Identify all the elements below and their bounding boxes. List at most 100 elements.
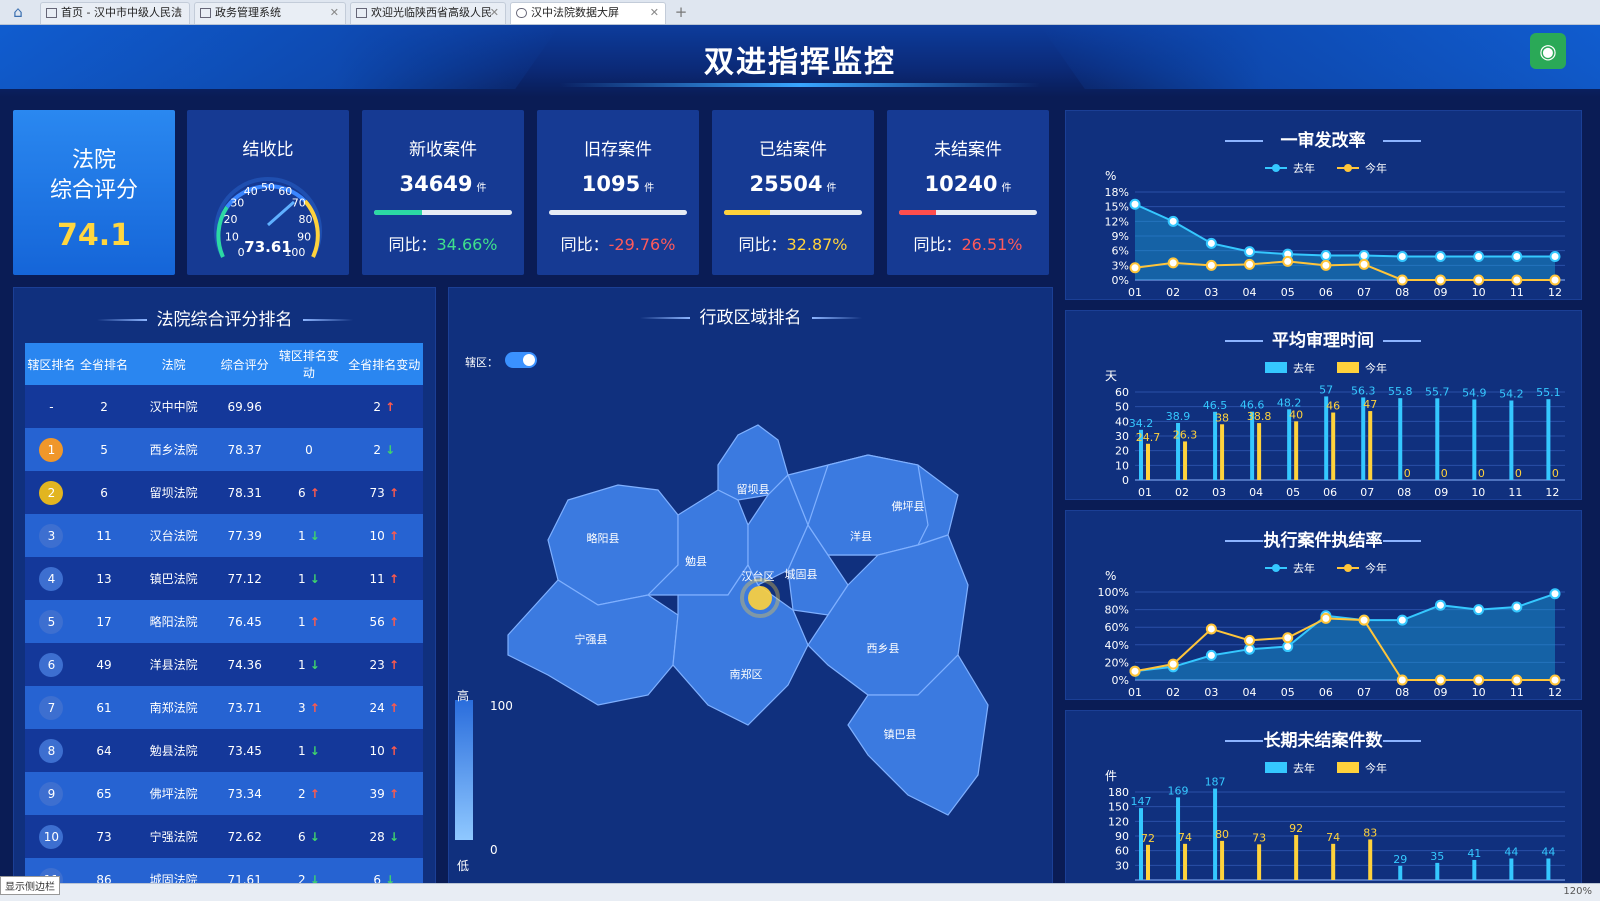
bar — [1368, 839, 1373, 880]
browser-tab[interactable]: 欢迎光临陕西省高级人民 ✕ — [350, 2, 506, 24]
kpi-progress-bar — [374, 210, 512, 215]
x-tick-label: 03 — [1204, 686, 1218, 699]
table-row[interactable]: 4 13 镇巴法院 77.12 1 ↓ 11 ↑ — [25, 557, 423, 600]
bar — [1472, 399, 1477, 480]
legend-marker — [1272, 164, 1280, 172]
arrow-down-icon: ↓ — [305, 528, 320, 543]
cell-province-rank: 64 — [77, 729, 131, 772]
data-label: 26.3 — [1173, 428, 1198, 441]
cell-rank: 8 — [25, 729, 78, 772]
sidebar-toggle-tip[interactable]: 显示侧边栏 — [0, 876, 60, 895]
map-location-marker[interactable] — [748, 586, 772, 610]
x-tick-label: 12 — [1548, 286, 1562, 299]
close-icon[interactable]: ✕ — [650, 3, 659, 23]
cell-rank: 6 — [25, 643, 78, 686]
x-tick-label: 01 — [1128, 286, 1142, 299]
data-point — [1434, 674, 1446, 686]
cell-province-change: 10 ↑ — [345, 514, 423, 557]
bar — [1183, 843, 1188, 880]
close-icon[interactable]: ✕ — [330, 3, 339, 23]
right-charts: 一审发改率去年 今年%0%3%6%9%12%15%18%01 02 03 04 05 06 0… — [1098, 130, 1565, 881]
new-tab-icon[interactable]: + — [672, 3, 690, 21]
score-label-line1: 法院 — [71, 148, 116, 173]
arrow-down-icon: ↓ — [384, 829, 400, 844]
bar — [1146, 844, 1150, 880]
table-row[interactable]: 1 5 西乡法院 78.37 0 2 ↓ — [25, 428, 423, 471]
gauge-card: 结收比 0 10 20 30 40 50 60 70 80 90 100 73.61 — [187, 110, 349, 275]
cell-rank: 10 — [25, 815, 78, 858]
cell-court: 汉中中院 — [130, 385, 218, 428]
table-row[interactable]: 1186城固法院71.612 ↓6 ↓ — [25, 858, 423, 883]
cell-score: 71.61 — [217, 858, 273, 883]
gauge-tick-label: 10 — [225, 231, 239, 244]
gauge-value: 73.61 — [244, 238, 291, 256]
data-label: 34.2 — [1129, 417, 1154, 430]
bar — [1546, 399, 1551, 480]
gauge-needle — [267, 200, 295, 227]
browser-tab[interactable]: 首页 - 汉中市中级人民法 ✕ — [40, 2, 190, 24]
y-tick-label: 60 — [1115, 845, 1129, 858]
table-row[interactable]: 10 73 宁强法院 72.62 6 ↓ 28 ↓ — [25, 815, 423, 858]
y-axis-unit: 天 — [1105, 369, 1117, 383]
data-label: 147 — [1131, 795, 1152, 808]
cell-rank: 9 — [25, 772, 78, 815]
legend-swatch — [1265, 762, 1287, 773]
browser-tab[interactable]: 政务管理系统 ✕ — [194, 2, 346, 24]
kpi-card-open-cases: 未结案件 10240 件 同比：26.51% — [887, 110, 1049, 275]
legend-label: 今年 — [1365, 561, 1387, 575]
y-tick-label: 120 — [1108, 815, 1129, 828]
table-row[interactable]: 5 17 略阳法院 76.45 1 ↑ 56 ↑ — [25, 600, 423, 643]
cell-rank: 7 — [25, 686, 78, 729]
x-tick-label: 11 — [1508, 486, 1522, 499]
kpi-value: 34649 — [399, 172, 473, 196]
kpi-yoy-label: 同比： — [560, 235, 609, 254]
rank-badge: 1 — [39, 437, 64, 462]
kpi-unit: 件 — [1001, 183, 1012, 194]
cell-province-rank: 65 — [77, 772, 131, 815]
table-row[interactable]: 3 11 汉台法院 77.39 1 ↓ 10 ↑ — [25, 514, 423, 557]
table-row[interactable]: 6 49 洋县法院 74.36 1 ↓ 23 ↑ — [25, 643, 423, 686]
cell-court: 西乡法院 — [130, 428, 218, 471]
table-row[interactable]: 9 65 佛坪法院 73.34 2 ↑ 39 ↑ — [25, 772, 423, 815]
legend-max-value: 100 — [490, 699, 513, 713]
data-label: 55.1 — [1536, 386, 1561, 399]
data-label: 83 — [1363, 826, 1377, 839]
y-tick-label: 80% — [1105, 604, 1129, 617]
cell-court: 留坝法院 — [130, 471, 218, 514]
data-label: 55.8 — [1388, 385, 1413, 398]
data-label: 0 — [1478, 467, 1485, 480]
arrow-down-icon: ↓ — [305, 743, 320, 758]
cell-court: 汉台法院 — [130, 514, 218, 557]
data-label: 57 — [1319, 383, 1333, 396]
x-tick-label: 08 — [1395, 286, 1409, 299]
y-tick-label: 90 — [1115, 830, 1129, 843]
browser-tab-active[interactable]: 汉中法院数据大屏 ✕ — [510, 2, 666, 24]
zoom-level[interactable]: 120% — [1563, 886, 1592, 897]
chart-title: 一审发改率 — [1281, 130, 1366, 151]
tab-label: 首页 - 汉中市中级人民法 — [61, 6, 182, 19]
table-row[interactable]: 2 6 留坝法院 78.31 6 ↑ 73 ↑ — [25, 471, 423, 514]
table-row[interactable]: 7 61 南郑法院 73.71 3 ↑ 24 ↑ — [25, 686, 423, 729]
browser-tab-strip: ⌂ 首页 - 汉中市中级人民法 ✕ 政务管理系统 ✕ 欢迎光临陕西省高级人民 ✕ 汉中… — [0, 0, 1600, 25]
home-icon[interactable]: ⌂ — [8, 3, 28, 21]
table-row[interactable]: - 2 汉中中院 69.96 2 ↑ — [25, 385, 423, 428]
page-icon — [516, 8, 527, 18]
ranking-table-body: -2 汉中中院 69.96 2 ↑ 1 5 西乡法院 78.37 0 2 ↓ 2 6 留坝法院 78.31… — [25, 385, 423, 883]
x-tick-label: 04 — [1249, 486, 1263, 499]
app-logo-icon[interactable]: ◉ — [1530, 33, 1566, 69]
x-tick-label: 07 — [1357, 286, 1371, 299]
data-point — [1244, 643, 1256, 655]
close-icon[interactable]: ✕ — [174, 3, 183, 23]
data-point — [1167, 215, 1179, 227]
cell-score: 77.12 — [217, 557, 273, 600]
x-tick-label: 03 — [1212, 486, 1226, 499]
data-label: 38 — [1215, 411, 1229, 424]
cell-court: 城固法院 — [130, 858, 218, 883]
table-row[interactable]: 8 64 勉县法院 73.45 1 ↓ 10 ↑ — [25, 729, 423, 772]
cell-province-change: 73 ↑ — [345, 471, 423, 514]
close-icon[interactable]: ✕ — [490, 3, 499, 23]
y-tick-label: 40% — [1105, 639, 1129, 652]
arrow-up-icon: ↑ — [384, 743, 400, 758]
bar — [1398, 398, 1403, 480]
cell-district-change: 2 ↓ — [272, 858, 346, 883]
